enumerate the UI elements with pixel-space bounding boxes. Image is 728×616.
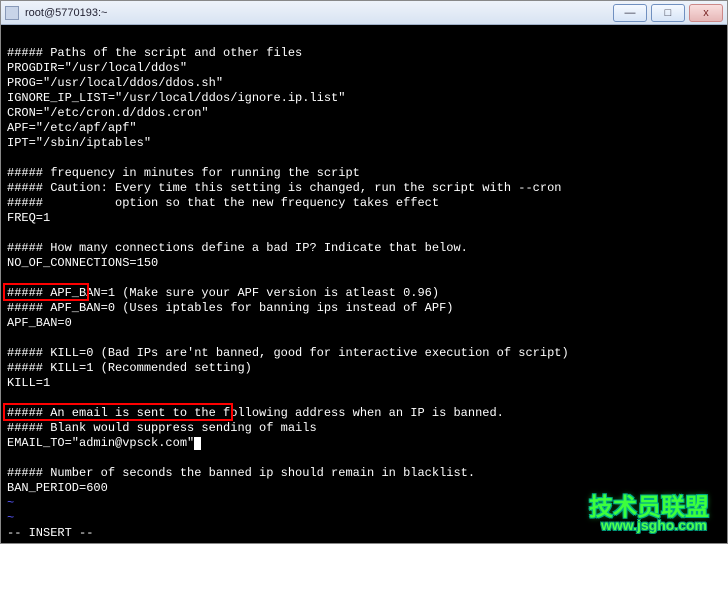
config-line: IPT="/sbin/iptables" <box>7 136 151 150</box>
vim-tilde: ~ <box>7 511 14 525</box>
config-line: FREQ=1 <box>7 211 50 225</box>
config-line: ##### APF_BAN=0 (Uses iptables for banni… <box>7 301 453 315</box>
config-line: IGNORE_IP_LIST="/usr/local/ddos/ignore.i… <box>7 91 345 105</box>
window-title: root@5770193:~ <box>25 7 613 19</box>
watermark-text: 技术员联盟 <box>589 500 709 515</box>
maximize-button[interactable]: □ <box>651 4 685 22</box>
config-line: NO_OF_CONNECTIONS=150 <box>7 256 158 270</box>
text-cursor <box>194 437 201 450</box>
config-line: APF_BAN=0 <box>7 316 72 330</box>
config-line: ##### An email is sent to the following … <box>7 406 504 420</box>
close-button[interactable]: x <box>689 4 723 22</box>
application-window: root@5770193:~ — □ x ##### Paths of the … <box>0 0 728 544</box>
terminal-viewport[interactable]: ##### Paths of the script and other file… <box>1 25 727 543</box>
minimize-button[interactable]: — <box>613 4 647 22</box>
config-line: PROGDIR="/usr/local/ddos" <box>7 61 187 75</box>
app-icon <box>5 6 19 20</box>
config-line: ##### option so that the new frequency t… <box>7 196 439 210</box>
watermark-url: www.jsgho.com <box>601 518 707 533</box>
config-line: APF="/etc/apf/apf" <box>7 121 137 135</box>
config-line: BAN_PERIOD=600 <box>7 481 108 495</box>
config-line: CRON="/etc/cron.d/ddos.cron" <box>7 106 209 120</box>
vim-tilde: ~ <box>7 496 14 510</box>
window-controls: — □ x <box>613 4 723 22</box>
config-line: ##### Blank would suppress sending of ma… <box>7 421 317 435</box>
config-line: PROG="/usr/local/ddos/ddos.sh" <box>7 76 223 90</box>
config-line: EMAIL_TO="admin@vpsck.com" <box>7 436 194 450</box>
config-line: ##### KILL=1 (Recommended setting) <box>7 361 252 375</box>
config-line: ##### Caution: Every time this setting i… <box>7 181 562 195</box>
vim-status-line: -- INSERT -- <box>7 526 93 540</box>
config-line: ##### frequency in minutes for running t… <box>7 166 360 180</box>
config-line: KILL=1 <box>7 376 50 390</box>
titlebar[interactable]: root@5770193:~ — □ x <box>1 1 727 25</box>
config-line: ##### APF_BAN=1 (Make sure your APF vers… <box>7 286 439 300</box>
config-line: ##### Paths of the script and other file… <box>7 46 302 60</box>
config-line: ##### How many connections define a bad … <box>7 241 468 255</box>
config-line: ##### Number of seconds the banned ip sh… <box>7 466 475 480</box>
config-line: ##### KILL=0 (Bad IPs are'nt banned, goo… <box>7 346 569 360</box>
